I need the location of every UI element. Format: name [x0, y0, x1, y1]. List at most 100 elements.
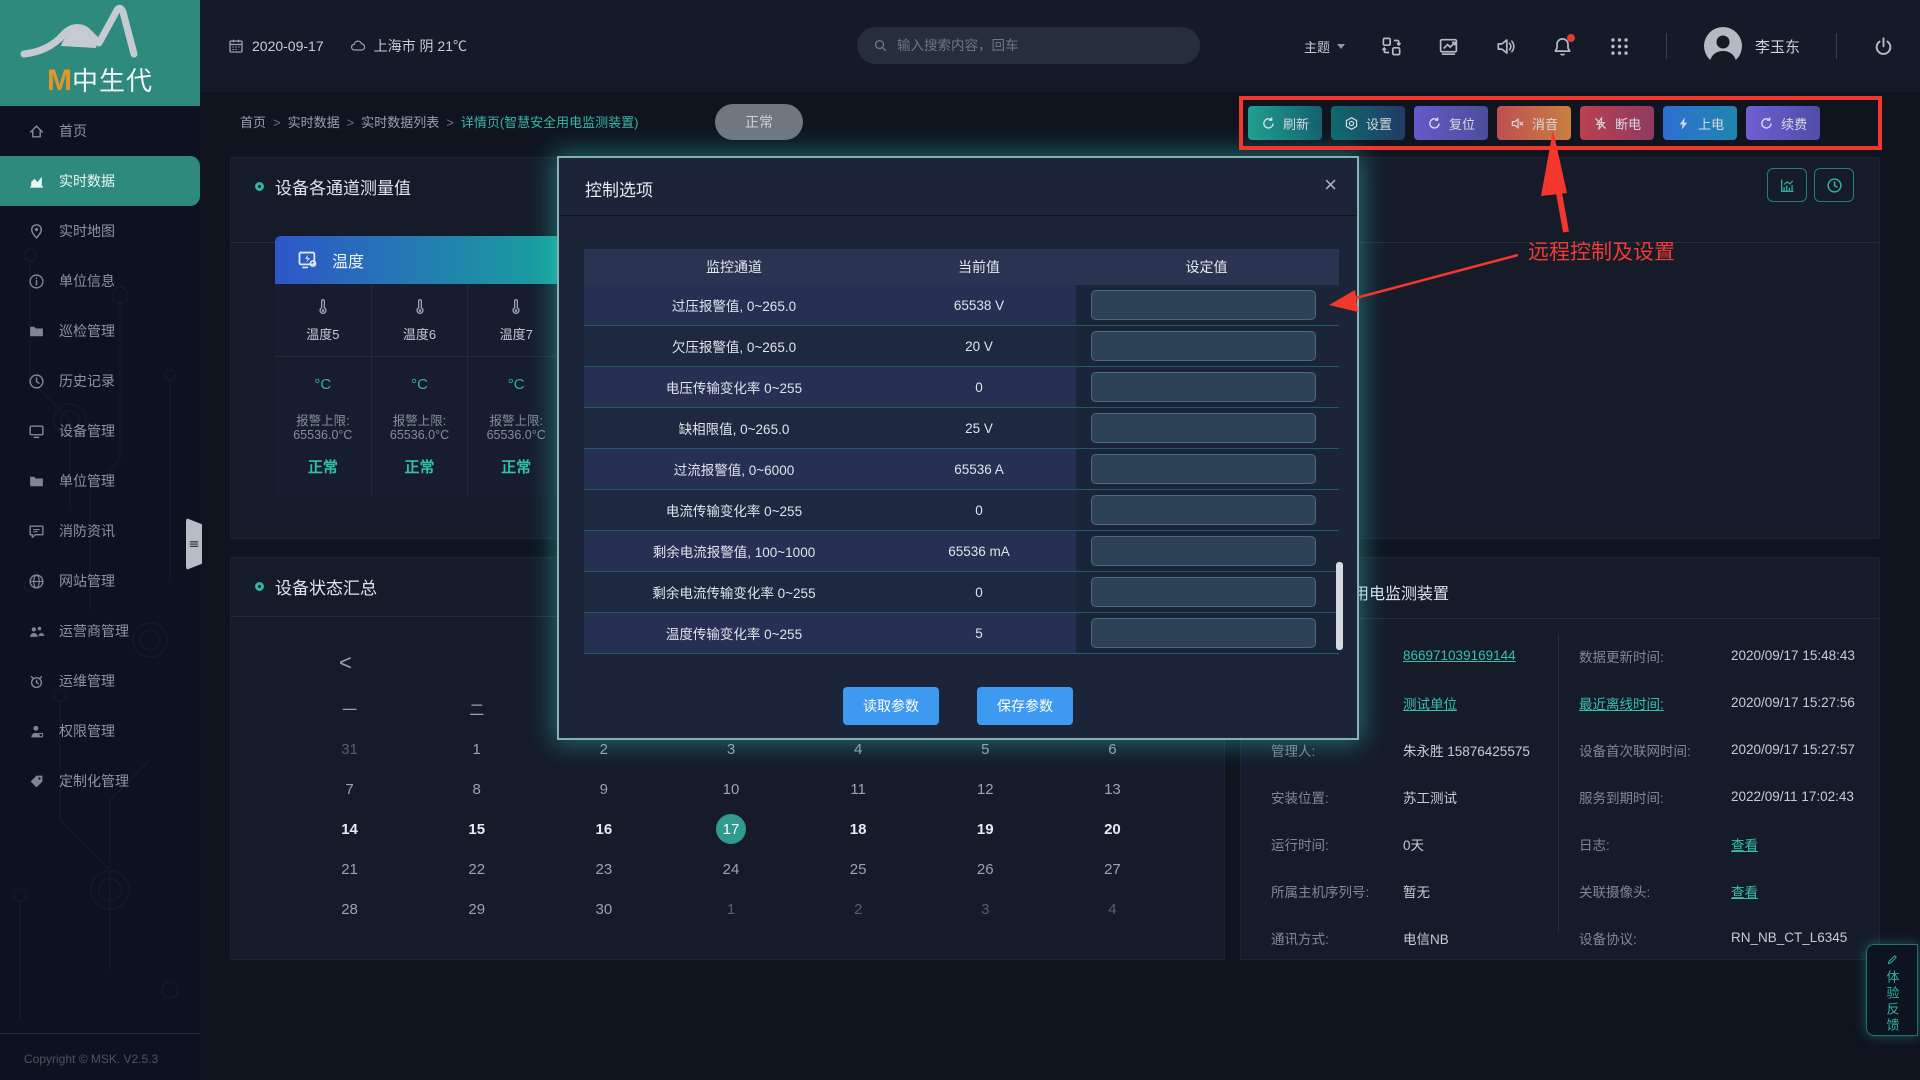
field-value[interactable]: 2022/09/11 17:02:43: [1731, 789, 1854, 804]
logout-power-icon[interactable]: [1873, 36, 1894, 57]
modal-action-button[interactable]: 保存参数: [977, 687, 1073, 725]
calendar-day[interactable]: 30: [540, 889, 667, 929]
calendar-day[interactable]: 12: [922, 769, 1049, 809]
breadcrumb-item[interactable]: 首页: [240, 112, 266, 131]
sidebar-item[interactable]: 历史记录: [0, 356, 200, 406]
search-input[interactable]: [897, 38, 1200, 53]
calendar-day[interactable]: 3: [922, 889, 1049, 929]
sidebar-item[interactable]: 首页: [0, 106, 200, 156]
field-value[interactable]: 2020/09/17 15:27:56: [1731, 695, 1855, 710]
calendar-day[interactable]: 7: [286, 769, 413, 809]
calendar-day[interactable]: 1: [667, 889, 794, 929]
setpoint-input[interactable]: [1091, 577, 1316, 607]
calendar-day[interactable]: 15: [413, 809, 540, 849]
calendar-day[interactable]: 19: [922, 809, 1049, 849]
setpoint-input[interactable]: [1091, 618, 1316, 648]
calendar-day[interactable]: 29: [413, 889, 540, 929]
calendar-day[interactable]: 11: [795, 769, 922, 809]
field-value[interactable]: 电信NB: [1403, 928, 1449, 948]
field-value[interactable]: 查看: [1731, 834, 1758, 854]
calendar-day[interactable]: 14: [286, 809, 413, 849]
breadcrumb-item[interactable]: 实时数据列表: [340, 112, 440, 131]
calendar-day[interactable]: 26: [922, 849, 1049, 889]
toolbar-button[interactable]: 续费: [1746, 106, 1820, 140]
calendar-prev-button[interactable]: <: [339, 650, 352, 676]
field-value[interactable]: 暂无: [1403, 881, 1430, 901]
calendar-day[interactable]: 16: [540, 809, 667, 849]
calendar-day[interactable]: 9: [540, 769, 667, 809]
sensor-card[interactable]: 温度5 °C 报警上限: 65536.0°C 正常: [275, 284, 372, 496]
tab-temperature[interactable]: 温度: [275, 236, 561, 284]
notification-bell[interactable]: [1552, 36, 1573, 57]
toolbar-button[interactable]: 消音: [1497, 106, 1571, 140]
calendar-day[interactable]: 22: [413, 849, 540, 889]
calendar-day[interactable]: 13: [1049, 769, 1176, 809]
sidebar-collapse-handle[interactable]: [186, 518, 202, 570]
modal-scrollbar-thumb[interactable]: [1336, 562, 1343, 650]
setpoint-input[interactable]: [1091, 331, 1316, 361]
sidebar-item[interactable]: 运营商管理: [0, 606, 200, 656]
close-icon[interactable]: ×: [1324, 172, 1337, 198]
field-value[interactable]: 866971039169144: [1403, 648, 1516, 663]
calendar-day[interactable]: 20: [1049, 809, 1176, 849]
calendar-day[interactable]: 27: [1049, 849, 1176, 889]
history-chart-button[interactable]: [1767, 168, 1807, 202]
sidebar-item[interactable]: 定制化管理: [0, 756, 200, 806]
sidebar-item[interactable]: 实时数据: [0, 156, 200, 206]
theme-dropdown[interactable]: 主题: [1304, 37, 1345, 56]
toolbar-button[interactable]: 断电: [1580, 106, 1654, 140]
toolbar-button[interactable]: 上电: [1663, 106, 1737, 140]
calendar-day[interactable]: 10: [667, 769, 794, 809]
sidebar-item[interactable]: 网站管理: [0, 556, 200, 606]
calendar-day[interactable]: 21: [286, 849, 413, 889]
sidebar-item[interactable]: 运维管理: [0, 656, 200, 706]
history-time-button[interactable]: [1814, 168, 1854, 202]
field-value[interactable]: 查看: [1731, 881, 1758, 901]
calendar-day[interactable]: 18: [795, 809, 922, 849]
toolbar-button[interactable]: 设置: [1331, 106, 1405, 140]
field-value[interactable]: 2020/09/17 15:27:57: [1731, 742, 1855, 757]
calendar-day[interactable]: 8: [413, 769, 540, 809]
sensor-card[interactable]: 温度6 °C 报警上限: 65536.0°C 正常: [372, 284, 469, 496]
field-value[interactable]: 2020/09/17 15:48:43: [1731, 648, 1855, 663]
field-value[interactable]: 苏工测试: [1403, 787, 1457, 807]
sidebar-item[interactable]: 单位管理: [0, 456, 200, 506]
dashboard-chart-icon[interactable]: [1438, 36, 1459, 57]
field-value[interactable]: 0天: [1403, 834, 1424, 854]
calendar-day[interactable]: 25: [795, 849, 922, 889]
sidebar-item[interactable]: 巡检管理: [0, 306, 200, 356]
field-value[interactable]: 朱永胜 15876425575: [1403, 740, 1530, 760]
setpoint-input[interactable]: [1091, 290, 1316, 320]
feedback-button[interactable]: 体验反馈: [1866, 944, 1918, 1036]
calendar-day[interactable]: 2: [795, 889, 922, 929]
calendar-day[interactable]: 31: [286, 729, 413, 769]
sidebar-item[interactable]: 消防资讯: [0, 506, 200, 556]
calendar-day[interactable]: 23: [540, 849, 667, 889]
toolbar-button[interactable]: 复位: [1414, 106, 1488, 140]
breadcrumb-item[interactable]: 实时数据: [266, 112, 340, 131]
modal-action-button[interactable]: 读取参数: [843, 687, 939, 725]
calendar-day[interactable]: 28: [286, 889, 413, 929]
setpoint-input[interactable]: [1091, 536, 1316, 566]
sensor-card[interactable]: 温度7 °C 报警上限: 65536.0°C 正常: [468, 284, 565, 496]
calendar-day[interactable]: 17: [667, 809, 794, 849]
sidebar-item[interactable]: 权限管理: [0, 706, 200, 756]
sidebar-item[interactable]: 设备管理: [0, 406, 200, 456]
field-value[interactable]: 测试单位: [1403, 693, 1457, 713]
setpoint-input[interactable]: [1091, 495, 1316, 525]
setpoint-input[interactable]: [1091, 454, 1316, 484]
calendar-day[interactable]: 4: [1049, 889, 1176, 929]
calendar-day[interactable]: 1: [413, 729, 540, 769]
calendar-day[interactable]: 24: [667, 849, 794, 889]
setpoint-input[interactable]: [1091, 413, 1316, 443]
sound-icon[interactable]: [1495, 36, 1516, 57]
sidebar-item[interactable]: 实时地图: [0, 206, 200, 256]
user-menu[interactable]: 李玉东: [1703, 26, 1800, 66]
apps-grid-icon[interactable]: [1609, 36, 1630, 57]
field-value[interactable]: RN_NB_CT_L6345: [1731, 930, 1847, 945]
sidebar-item[interactable]: 单位信息: [0, 256, 200, 306]
screen-switch-icon[interactable]: [1381, 36, 1402, 57]
toolbar-button[interactable]: 刷新: [1248, 106, 1322, 140]
setpoint-input[interactable]: [1091, 372, 1316, 402]
breadcrumb-item[interactable]: 详情页(智慧安全用电监测装置): [439, 112, 638, 131]
